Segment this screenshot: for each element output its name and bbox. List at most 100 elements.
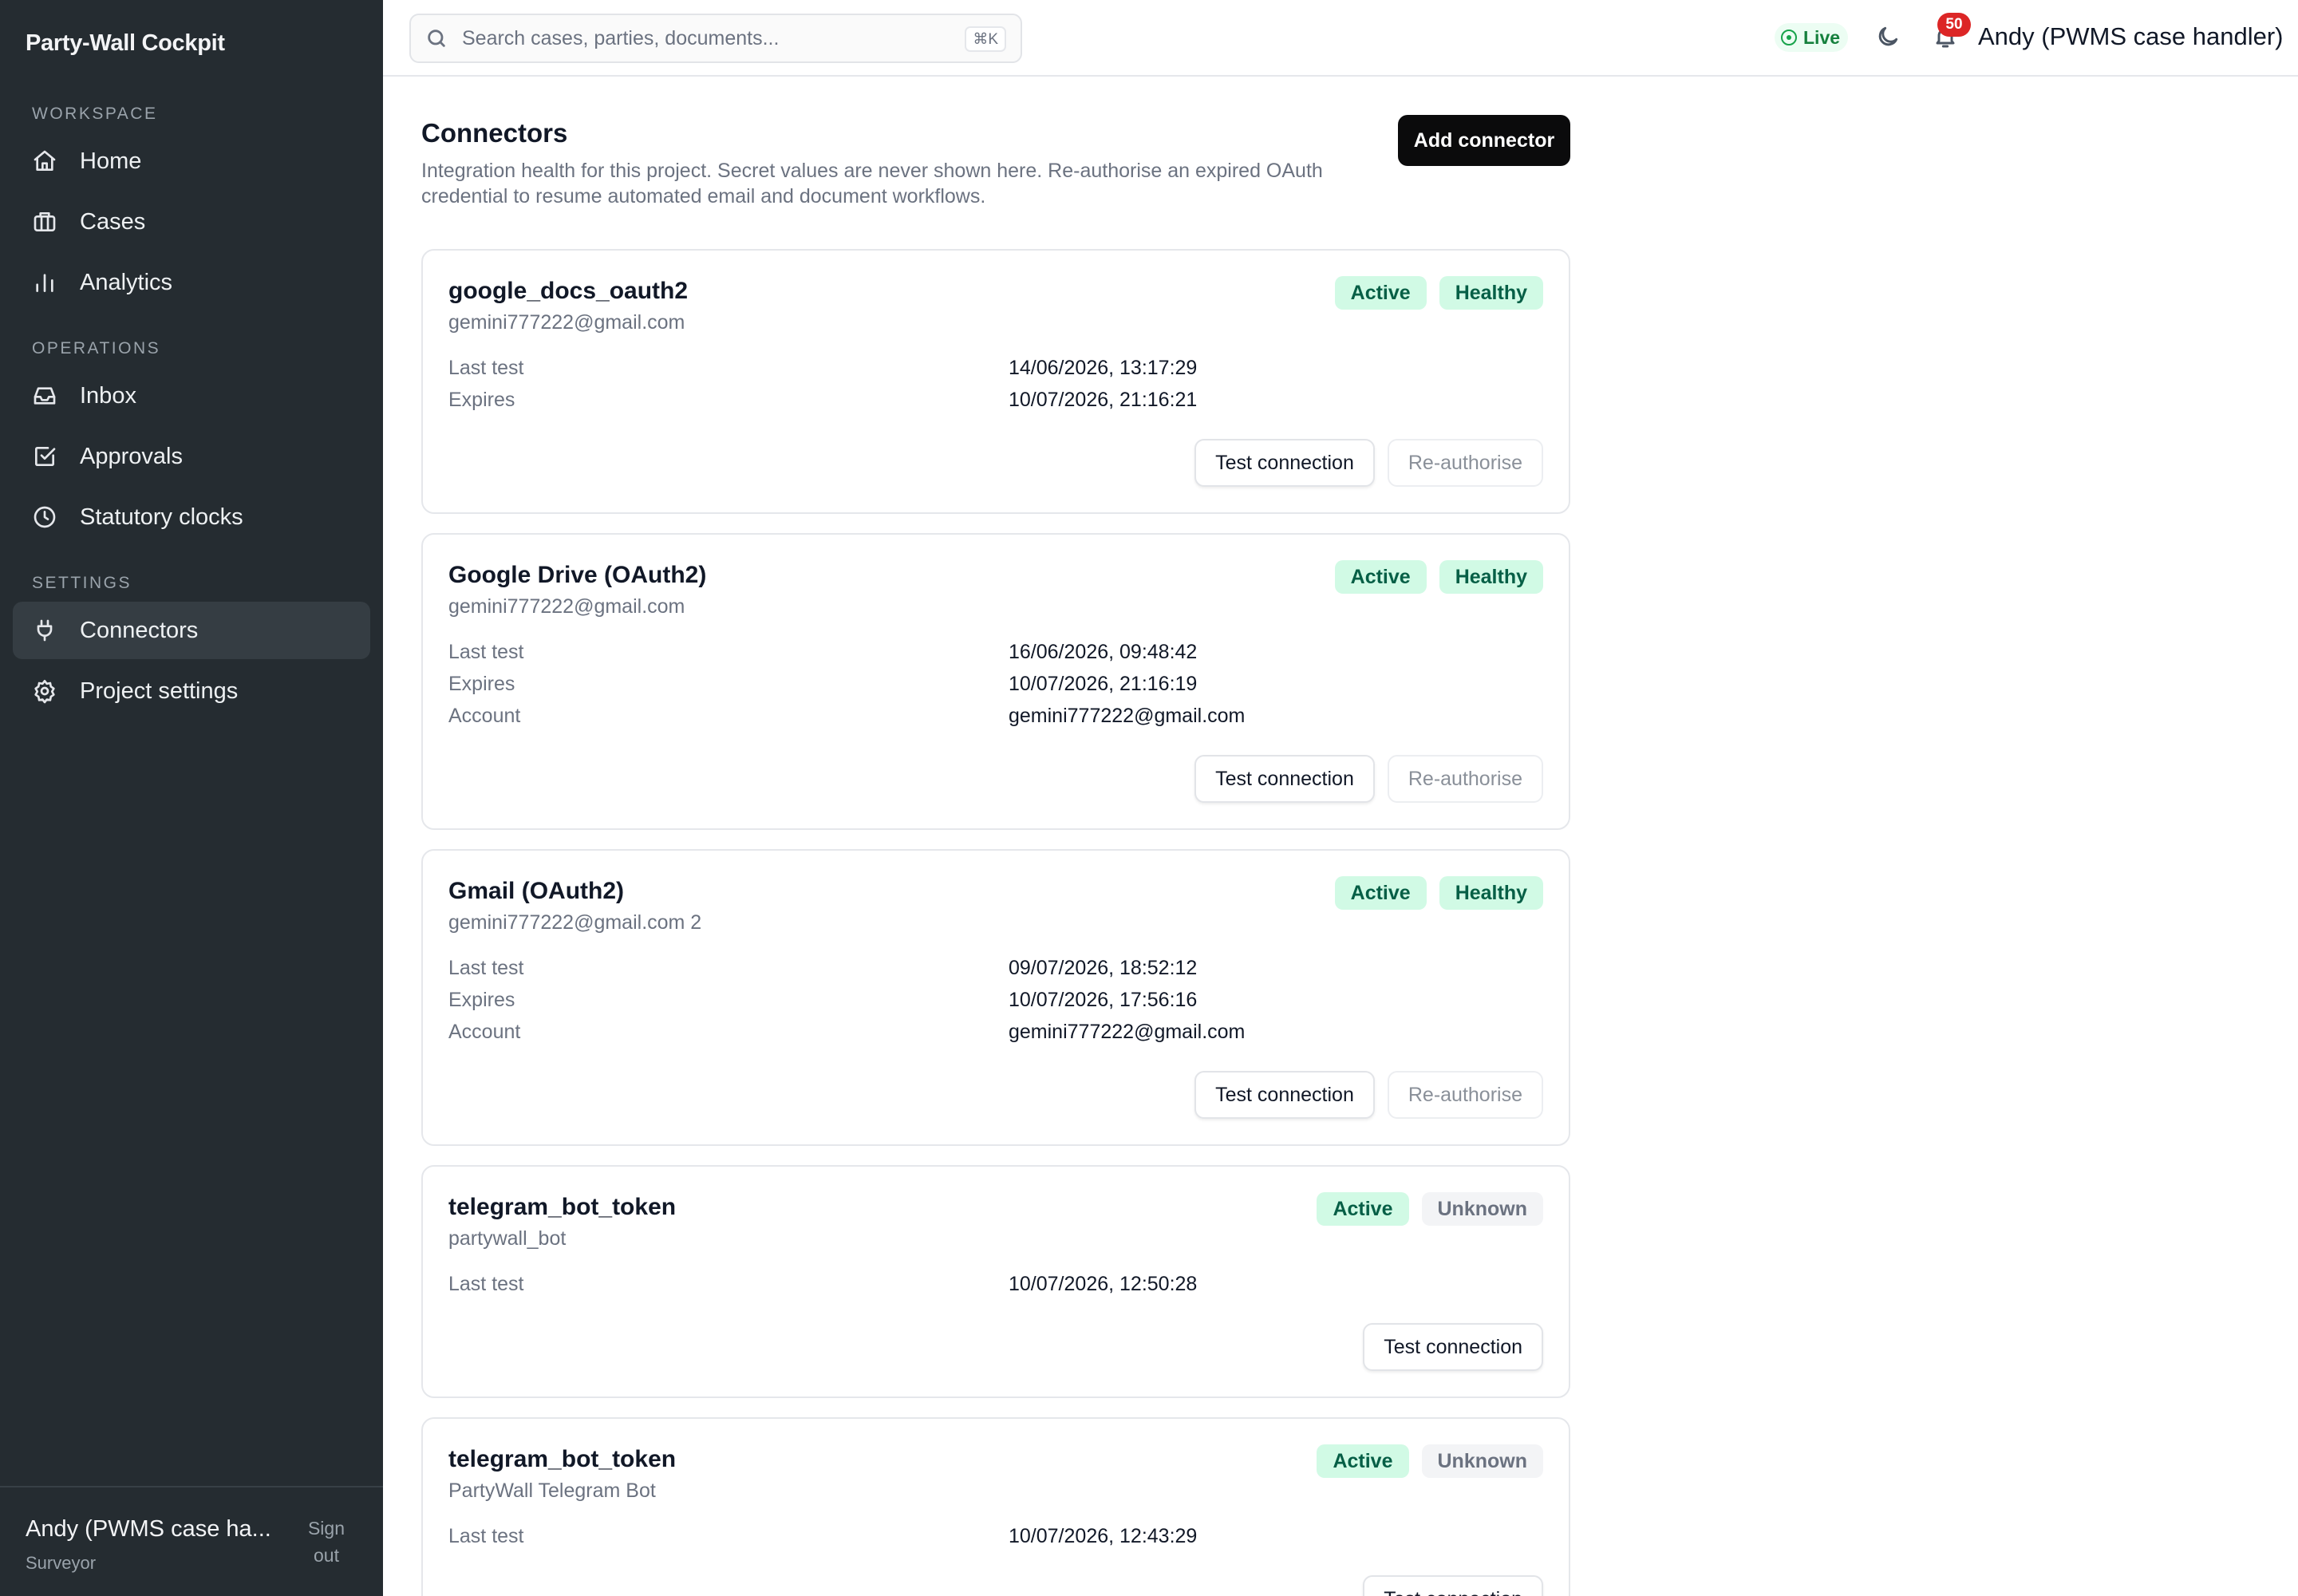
connector-name: telegram_bot_token [448,1194,677,1220]
detail-label: Last test [448,1525,524,1547]
detail-row: Account gemini777222@gmail.com [448,1021,1546,1053]
test-connection-button[interactable]: Test connection [1363,1575,1543,1596]
sidebar-item-inbox[interactable]: Inbox [13,367,370,425]
detail-value: 10/07/2026, 21:16:21 [1009,389,1198,411]
sidebar-item-label: Approvals [80,443,183,469]
detail-label: Last test [448,357,524,379]
status-badge: Active [1334,876,1427,910]
sidebar-item-label: Statutory clocks [80,504,243,530]
theme-toggle-button[interactable] [1872,22,1904,54]
detail-row: Expires 10/07/2026, 17:56:16 [448,989,1546,1021]
inbox-icon [32,383,57,409]
detail-value: 10/07/2026, 21:16:19 [1009,673,1198,695]
live-label: Live [1803,26,1841,48]
briefcase-icon [32,209,57,235]
reauthorise-button[interactable]: Re-authorise [1387,439,1543,487]
detail-label: Last test [448,957,524,979]
detail-value: 09/07/2026, 18:52:12 [1009,957,1198,979]
detail-value: gemini777222@gmail.com [1009,705,1246,727]
connector-name: Gmail (OAuth2) [448,878,625,904]
test-connection-button[interactable]: Test connection [1194,1071,1375,1119]
page-description: Integration health for this project. Sec… [421,160,1323,207]
sidebar-item-label: Analytics [80,269,173,295]
status-badge: Active [1334,560,1427,594]
plug-icon [32,618,57,643]
detail-label: Expires [448,673,515,695]
detail-label: Account [448,1021,521,1043]
detail-value: 10/07/2026, 12:50:28 [1009,1273,1198,1295]
sidebar-item-project-settings[interactable]: Project settings [13,662,370,720]
detail-row: Account gemini777222@gmail.com [448,705,1546,737]
page-title: Connectors [421,118,568,148]
add-connector-button[interactable]: Add connector [1398,115,1570,166]
connector-card: telegram_bot_token partywall_bot Active … [421,1165,1570,1398]
reauthorise-button[interactable]: Re-authorise [1387,1071,1543,1119]
shortcut-hint: ⌘K [965,26,1006,52]
connector-subtitle: gemini777222@gmail.com [448,311,685,334]
connector-card: Google Drive (OAuth2) gemini777222@gmail… [421,533,1570,830]
user-menu[interactable]: Andy (PWMS case handler) [1978,22,2283,51]
sidebar-item-connectors[interactable]: Connectors [13,602,370,659]
sidebar-item-label: Inbox [80,382,136,409]
detail-label: Last test [448,641,524,663]
sign-out-button[interactable]: Sign out [297,1515,356,1569]
connector-subtitle: gemini777222@gmail.com 2 [448,911,702,934]
moon-icon [1875,24,1901,53]
sidebar-item-analytics[interactable]: Analytics [13,254,370,311]
health-badge: Healthy [1439,876,1543,910]
app-brand[interactable]: Party-Wall Cockpit [26,30,225,57]
bar-chart-icon [32,270,57,295]
reauthorise-button[interactable]: Re-authorise [1387,755,1543,803]
sidebar-item-home[interactable]: Home [13,132,370,190]
sidebar-item-approvals[interactable]: Approvals [13,428,370,485]
home-icon [32,148,57,174]
detail-value: 14/06/2026, 13:17:29 [1009,357,1198,379]
sidebar-item-label: Cases [80,208,146,235]
connector-name: Google Drive (OAuth2) [448,562,707,588]
nav-section-settings: SETTINGS [32,574,132,592]
connector-subtitle: partywall_bot [448,1227,567,1250]
search-icon [425,27,448,49]
search-input[interactable] [462,26,941,50]
nav-section-operations: OPERATIONS [32,339,161,358]
detail-row: Last test 10/07/2026, 12:50:28 [448,1273,1546,1305]
search-box[interactable]: ⌘K [409,14,1022,63]
clock-icon [32,504,57,530]
detail-value: 16/06/2026, 09:48:42 [1009,641,1198,663]
gear-icon [32,678,57,704]
status-badge: Active [1334,276,1427,310]
health-badge: Unknown [1421,1192,1543,1226]
connector-card: telegram_bot_token PartyWall Telegram Bo… [421,1417,1570,1596]
detail-value: 10/07/2026, 17:56:16 [1009,989,1198,1011]
sidebar-item-statutory-clocks[interactable]: Statutory clocks [13,488,370,546]
sidebar-footer: Andy (PWMS case ha... Surveyor Sign out [0,1486,383,1596]
sidebar-user-name: Andy (PWMS case ha... [26,1516,271,1542]
status-badge: Active [1317,1444,1409,1478]
sidebar-item-cases[interactable]: Cases [13,193,370,251]
live-status-badge: Live [1775,23,1849,52]
nav-section-workspace: WORKSPACE [32,105,158,123]
connector-card: Gmail (OAuth2) gemini777222@gmail.com 2 … [421,849,1570,1146]
connector-name: telegram_bot_token [448,1446,677,1472]
test-connection-button[interactable]: Test connection [1194,755,1375,803]
detail-row: Last test 14/06/2026, 13:17:29 [448,357,1546,389]
test-connection-button[interactable]: Test connection [1194,439,1375,487]
status-badge: Active [1317,1192,1409,1226]
check-square-icon [32,444,57,469]
connector-subtitle: PartyWall Telegram Bot [448,1479,656,1502]
test-connection-button[interactable]: Test connection [1363,1323,1543,1371]
detail-row: Last test 10/07/2026, 12:43:29 [448,1525,1546,1557]
detail-row: Last test 16/06/2026, 09:48:42 [448,641,1546,673]
sidebar-item-label: Home [80,148,142,174]
connector-name: google_docs_oauth2 [448,278,689,304]
detail-label: Account [448,705,521,727]
detail-row: Expires 10/07/2026, 21:16:21 [448,389,1546,421]
sidebar: Party-Wall Cockpit WORKSPACE Home Cases … [0,0,383,1596]
detail-label: Last test [448,1273,524,1295]
detail-value: 10/07/2026, 12:43:29 [1009,1525,1198,1547]
live-dot-icon [1781,30,1797,45]
health-badge: Unknown [1421,1444,1543,1478]
sidebar-item-label: Connectors [80,617,199,643]
detail-row: Expires 10/07/2026, 21:16:19 [448,673,1546,705]
sidebar-item-label: Project settings [80,678,239,704]
